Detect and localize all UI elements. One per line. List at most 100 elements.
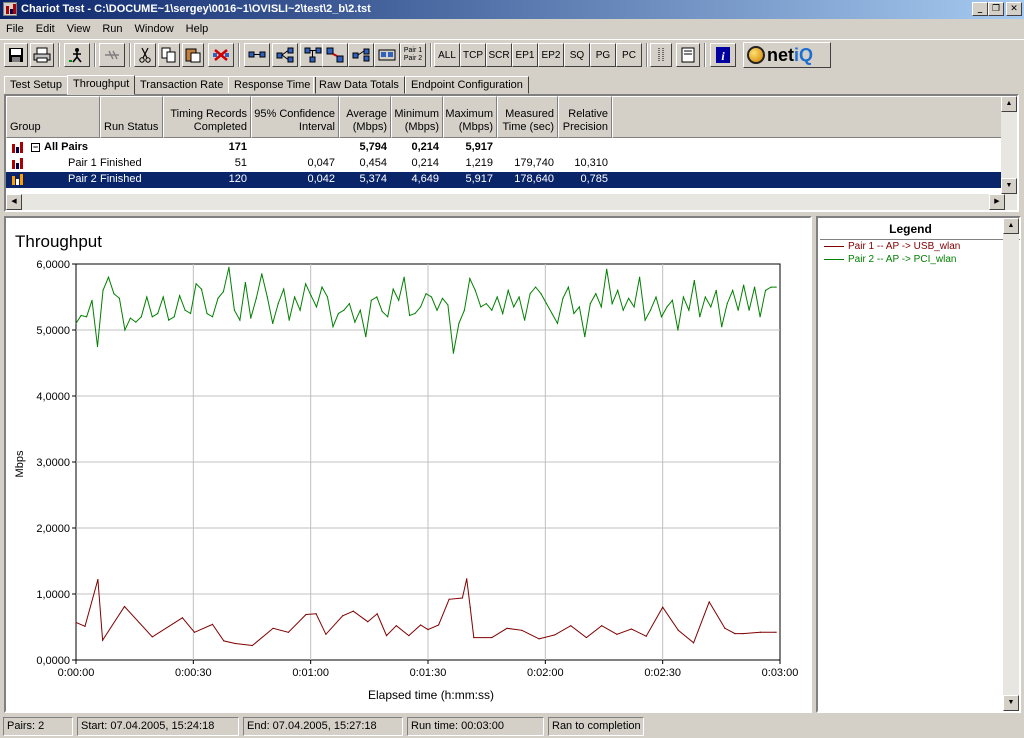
data-point bbox=[556, 322, 559, 324]
copy-icon[interactable] bbox=[158, 43, 180, 67]
collapse-icon[interactable]: − bbox=[31, 143, 40, 152]
table-horizontal-scrollbar[interactable]: ◀ ▶ bbox=[6, 194, 1005, 210]
table-vertical-scrollbar[interactable]: ▲ ▼ bbox=[1001, 96, 1017, 210]
legend-item-pair-1[interactable]: Pair 1 -- AP -> USB_wlan bbox=[824, 241, 960, 252]
replicate-pair-icon[interactable] bbox=[348, 43, 374, 67]
data-point bbox=[775, 631, 777, 633]
print-icon[interactable] bbox=[30, 43, 54, 67]
col-group[interactable]: Group bbox=[6, 96, 100, 138]
delete-pair-icon[interactable] bbox=[208, 43, 234, 67]
col-measured-time[interactable]: Measured Time (sec) bbox=[497, 96, 558, 138]
tab-raw-data-totals[interactable]: Raw Data Totals bbox=[313, 76, 405, 94]
cell-status: Finished bbox=[100, 173, 142, 185]
columns-icon[interactable] bbox=[650, 43, 672, 67]
col-confidence-interval[interactable]: 95% Confidence Interval bbox=[251, 96, 339, 138]
col-relative-precision[interactable]: Relative Precision bbox=[558, 96, 612, 138]
restore-icon[interactable]: ❐ bbox=[988, 2, 1004, 16]
col-run-status[interactable]: Run Status bbox=[100, 96, 163, 138]
table-row[interactable]: Pair 1 Finished 51 0,047 0,454 0,214 1,2… bbox=[6, 156, 1006, 172]
data-point bbox=[151, 316, 153, 318]
data-point bbox=[367, 621, 369, 623]
stop-icon[interactable] bbox=[99, 43, 125, 67]
tab-endpoint-configuration[interactable]: Endpoint Configuration bbox=[405, 76, 529, 94]
pair-names-toggle[interactable]: Pair 1 Pair 2 bbox=[400, 43, 426, 67]
table-row-all-pairs[interactable]: − All Pairs 171 5,794 0,214 5,917 bbox=[6, 140, 1006, 156]
tab-throughput[interactable]: Throughput bbox=[67, 75, 136, 95]
scroll-right-icon[interactable]: ▶ bbox=[989, 194, 1005, 210]
legend-item-pair-2[interactable]: Pair 2 -- AP -> PCI_wlan bbox=[824, 254, 956, 265]
col-maximum[interactable]: Maximum (Mbps) bbox=[443, 96, 497, 138]
data-point bbox=[261, 273, 263, 275]
paste-icon[interactable] bbox=[182, 43, 204, 67]
data-point bbox=[567, 286, 570, 288]
menu-help[interactable]: Help bbox=[180, 23, 215, 35]
filter-all-button[interactable]: ALL bbox=[434, 43, 460, 67]
minimize-icon[interactable]: _ bbox=[972, 2, 988, 16]
data-point bbox=[239, 319, 241, 321]
legend-vertical-scrollbar[interactable]: ▲ ▼ bbox=[1003, 218, 1019, 711]
data-point bbox=[365, 336, 367, 338]
cell-records: 51 bbox=[234, 157, 247, 169]
data-point bbox=[277, 303, 279, 305]
tab-transaction-rate[interactable]: Transaction Rate bbox=[134, 76, 230, 94]
menu-run[interactable]: Run bbox=[96, 23, 128, 35]
filter-sq-button[interactable]: SQ bbox=[564, 43, 590, 67]
col-timing-records[interactable]: Timing Records Completed bbox=[163, 96, 251, 138]
add-pair-icon[interactable] bbox=[244, 43, 270, 67]
pair-label-bottom: Pair 2 bbox=[403, 55, 423, 62]
data-point bbox=[660, 316, 663, 318]
cell-group: Pair 2 bbox=[68, 173, 97, 185]
chariot-app-icon[interactable] bbox=[3, 2, 17, 16]
filter-tcp-button[interactable]: TCP bbox=[460, 43, 486, 67]
scroll-left-icon[interactable]: ◀ bbox=[6, 194, 22, 210]
filter-ep2-button[interactable]: EP2 bbox=[538, 43, 564, 67]
data-point bbox=[123, 605, 126, 608]
swap-endpoints-icon[interactable] bbox=[374, 43, 400, 67]
filter-scr-button[interactable]: SCR bbox=[486, 43, 512, 67]
menu-view[interactable]: View bbox=[61, 23, 97, 35]
data-point bbox=[193, 631, 196, 633]
add-multicast-icon[interactable] bbox=[272, 43, 298, 67]
tab-test-setup[interactable]: Test Setup bbox=[4, 76, 68, 94]
data-point bbox=[430, 296, 433, 298]
col-minimum[interactable]: Minimum (Mbps) bbox=[391, 96, 443, 138]
save-icon[interactable] bbox=[4, 43, 28, 67]
data-point bbox=[370, 299, 372, 301]
status-bar: Pairs: 2 Start: 07.04.2005, 15:24:18 End… bbox=[0, 716, 1024, 738]
data-point bbox=[578, 306, 580, 308]
data-point bbox=[403, 276, 405, 278]
cut-icon[interactable] bbox=[134, 43, 156, 67]
scroll-down-icon[interactable]: ▼ bbox=[1003, 695, 1019, 711]
data-point bbox=[666, 306, 668, 308]
data-point bbox=[753, 286, 756, 288]
col-average[interactable]: Average (Mbps) bbox=[339, 96, 391, 138]
data-point bbox=[518, 296, 520, 298]
edit-pair-icon[interactable] bbox=[322, 43, 348, 67]
notes-icon[interactable] bbox=[676, 43, 700, 67]
cell-group: Pair 1 bbox=[68, 157, 97, 169]
filter-ep1-button[interactable]: EP1 bbox=[512, 43, 538, 67]
tab-response-time[interactable]: Response Time bbox=[228, 76, 317, 94]
data-point bbox=[662, 606, 664, 608]
pair-group-icon bbox=[12, 142, 24, 153]
table-row-selected[interactable]: Pair 2 Finished 120 0,042 5,374 4,649 5,… bbox=[6, 171, 1007, 189]
menu-window[interactable]: Window bbox=[129, 23, 180, 35]
run-icon[interactable] bbox=[64, 43, 90, 67]
close-icon[interactable]: ✕ bbox=[1006, 2, 1022, 16]
filter-pg-button[interactable]: PG bbox=[590, 43, 616, 67]
data-point bbox=[671, 299, 674, 301]
filter-pc-button[interactable]: PC bbox=[616, 43, 642, 67]
netiq-logo[interactable]: net iQ bbox=[743, 42, 831, 68]
data-point bbox=[398, 299, 400, 301]
data-point bbox=[616, 633, 618, 635]
logo-net: net bbox=[767, 44, 794, 65]
scroll-down-icon[interactable]: ▼ bbox=[1001, 178, 1017, 194]
info-icon[interactable]: i bbox=[710, 43, 736, 67]
menu-file[interactable]: File bbox=[0, 23, 30, 35]
scroll-up-icon[interactable]: ▲ bbox=[1001, 96, 1017, 112]
data-point bbox=[414, 312, 416, 315]
menu-edit[interactable]: Edit bbox=[30, 23, 61, 35]
data-point bbox=[348, 303, 350, 305]
scroll-up-icon[interactable]: ▲ bbox=[1003, 218, 1019, 234]
data-point bbox=[129, 317, 131, 319]
